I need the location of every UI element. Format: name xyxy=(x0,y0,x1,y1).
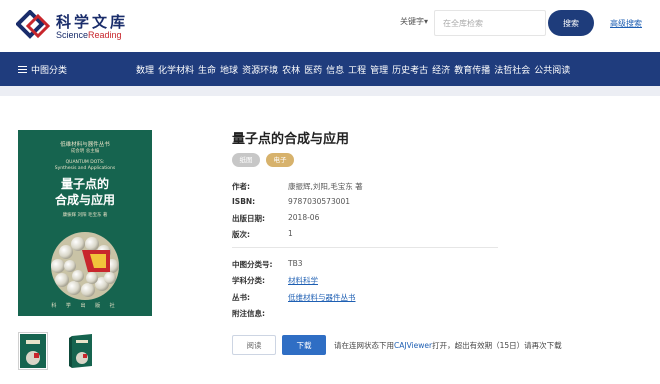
search-input[interactable] xyxy=(434,10,546,36)
pubdate-value: 2018-06 xyxy=(288,213,320,222)
quantum-dot-sphere-illustration xyxy=(51,232,119,300)
nav-items: 数理 化学材料 生命 地球 资源环境 农林 医药 信息 工程 管理 历史考古 经… xyxy=(136,63,574,76)
cover-thumbnail-side[interactable] xyxy=(66,332,96,370)
thumbnail-graphic xyxy=(26,340,40,365)
details-divider xyxy=(232,247,498,248)
logo-chinese-text: 科学文库 xyxy=(56,13,129,31)
cover-publisher: 科 学 出 版 社 xyxy=(51,303,119,309)
category-menu-button[interactable]: 中图分类 xyxy=(18,63,67,76)
cover-editor: 成会明 总主编 xyxy=(70,149,100,154)
note-prefix: 请在连网状态下用 xyxy=(334,341,394,350)
cajviewer-link[interactable]: CAJViewer xyxy=(394,341,432,350)
nav-item-math-physics[interactable]: 数理 xyxy=(136,63,154,76)
cover-english-title: QUANTUM DOTS: Synthesis and Applications xyxy=(54,160,116,171)
edition-label: 版次: xyxy=(232,230,250,239)
isbn-label: ISBN: xyxy=(232,197,256,206)
nav-item-law-philosophy-society[interactable]: 法哲社会 xyxy=(494,63,530,76)
nav-subbar xyxy=(0,86,660,96)
nav-item-resources-environment[interactable]: 资源环境 xyxy=(242,63,278,76)
nav-item-management[interactable]: 管理 xyxy=(370,63,388,76)
read-button[interactable]: 阅读 xyxy=(232,335,276,355)
nav-item-economics[interactable]: 经济 xyxy=(432,63,450,76)
book-cover-image: 低维材料与器件丛书 成会明 总主编 QUANTUM DOTS: Synthesi… xyxy=(18,130,152,316)
thumbnail-image xyxy=(20,334,46,368)
category-menu-label: 中图分类 xyxy=(31,66,68,76)
notes-label: 附注信息: xyxy=(232,309,265,318)
nav-item-history-archaeology[interactable]: 历史考古 xyxy=(392,63,428,76)
edition-value: 1 xyxy=(288,229,293,238)
nav-item-information[interactable]: 信息 xyxy=(326,63,344,76)
advanced-search-link[interactable]: 高级搜索 xyxy=(610,18,642,29)
author-label: 作者: xyxy=(232,182,250,191)
clc-value: TB3 xyxy=(288,259,303,268)
search-field-select[interactable]: 关键字▾ xyxy=(400,16,428,27)
book-title: 量子点的合成与应用 xyxy=(232,132,350,147)
cover-chinese-title: 量子点的 合成与应用 xyxy=(54,177,115,207)
nav-item-agriculture-forestry[interactable]: 农林 xyxy=(282,63,300,76)
logo-icon xyxy=(16,10,50,39)
logo-english-text: ScienceReading xyxy=(56,30,122,40)
series-label: 丛书: xyxy=(232,293,250,302)
note-suffix: 打开，超出有效期（15日）请再次下载 xyxy=(432,341,562,350)
download-button[interactable]: 下载 xyxy=(282,335,326,355)
print-badge: 纸图 xyxy=(232,153,260,167)
nav-item-engineering[interactable]: 工程 xyxy=(348,63,366,76)
thumbnail-3d-book-graphic xyxy=(69,334,92,368)
nav-item-chemistry-materials[interactable]: 化学材料 xyxy=(158,63,194,76)
nav-item-life[interactable]: 生命 xyxy=(198,63,216,76)
menu-icon xyxy=(18,65,27,74)
nav-item-public-reading[interactable]: 公共阅读 xyxy=(534,63,570,76)
cover-series: 低维材料与器件丛书 xyxy=(60,142,110,148)
cover-thumbnail-front[interactable] xyxy=(18,332,48,370)
ebook-badge: 电子 xyxy=(266,153,294,167)
category-nav-bar: 中图分类 数理 化学材料 生命 地球 资源环境 农林 医药 信息 工程 管理 历… xyxy=(0,52,660,86)
pubdate-label: 出版日期: xyxy=(232,214,265,223)
author-value: 康振辉,刘阳,毛宝东 著 xyxy=(288,182,363,191)
site-header: 科学文库 ScienceReading 关键字▾ 搜索 高级搜索 xyxy=(0,0,660,52)
site-logo[interactable]: 科学文库 ScienceReading xyxy=(16,8,136,42)
subject-link[interactable]: 材料科学 xyxy=(288,275,318,286)
nav-item-education-communication[interactable]: 教育传播 xyxy=(454,63,490,76)
clc-label: 中图分类号: xyxy=(232,260,273,269)
search-button[interactable]: 搜索 xyxy=(548,10,594,36)
nav-item-earth[interactable]: 地球 xyxy=(220,63,238,76)
series-link[interactable]: 低维材料与器件丛书 xyxy=(288,292,356,303)
download-note: 请在连网状态下用CAJViewer打开，超出有效期（15日）请再次下载 xyxy=(334,340,562,351)
nav-item-medicine[interactable]: 医药 xyxy=(304,63,322,76)
isbn-value: 9787030573001 xyxy=(288,197,351,206)
cover-authors: 康振辉 刘阳 毛宝东 著 xyxy=(62,213,108,218)
subject-label: 学科分类: xyxy=(232,276,265,285)
